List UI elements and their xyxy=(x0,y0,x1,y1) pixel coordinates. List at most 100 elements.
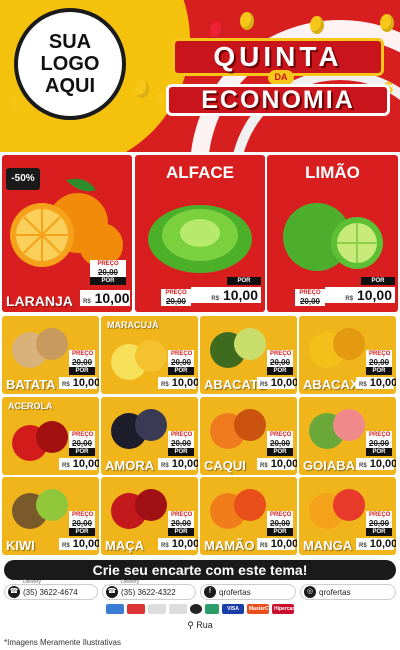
product-card[interactable]: MAÇA PREÇO 20,00 POR R$ 10,00 xyxy=(101,477,198,555)
price-tag: PREÇO 20,00 POR xyxy=(267,350,293,375)
product-card[interactable]: ABACATE PREÇO 20,00 POR R$ 10,00 xyxy=(200,316,297,394)
old-price: 20,00 xyxy=(295,297,325,306)
product-name: ACEROLA xyxy=(8,401,53,411)
balloon-icon xyxy=(310,16,324,34)
currency: R$ xyxy=(345,296,354,302)
fruit-image xyxy=(309,328,365,368)
fruit-image xyxy=(210,489,266,529)
phone-icon: ☎ xyxy=(106,586,118,598)
old-price: 20,00 xyxy=(69,519,95,528)
product-card[interactable]: BATATA PREÇO 20,00 POR R$ 10,00 xyxy=(2,316,99,394)
price-tag: PREÇO 20,00 POR xyxy=(366,431,392,456)
cash-icon xyxy=(205,604,219,614)
logo-line: SUA xyxy=(48,31,92,53)
price-value: R$ 10,00 xyxy=(257,538,297,550)
cta-banner[interactable]: Crie seu encarte com este tema! xyxy=(4,560,396,580)
product-card[interactable]: CAQUI PREÇO 20,00 POR R$ 10,00 xyxy=(200,397,297,475)
price-label: PREÇO xyxy=(366,431,392,439)
product-card[interactable]: MANGA PREÇO 20,00 POR R$ 10,00 xyxy=(299,477,396,555)
currency: R$ xyxy=(62,463,70,469)
product-card-alface[interactable]: ALFACE POR PREÇO 20,00 R$ 10,00 xyxy=(135,155,265,312)
price-tag: PREÇO 20,00 POR xyxy=(168,431,194,456)
price-tag: PREÇO 20,00 POR xyxy=(69,511,95,536)
contact-phone-1[interactable]: Delivery ☎ (35) 3622-4674 xyxy=(4,579,98,600)
product-card-limao[interactable]: LIMÃO POR PREÇO 20,00 R$ 10,00 xyxy=(267,155,398,312)
old-price: 20,00 xyxy=(366,519,392,528)
price-label: PREÇO xyxy=(69,350,95,358)
delivery-label: Delivery xyxy=(23,579,42,585)
currency: R$ xyxy=(83,299,91,305)
card-icon xyxy=(127,604,145,614)
por-label: POR xyxy=(69,448,95,456)
price-label: PREÇO xyxy=(168,511,194,519)
price-value: R$ 10,00 xyxy=(59,377,99,389)
price-tag: PREÇO 20,00 POR xyxy=(90,260,126,285)
price-value: R$ 10,00 xyxy=(356,458,396,470)
lime-image xyxy=(283,203,383,271)
product-name: CAQUI xyxy=(204,458,246,473)
product-card[interactable]: MAMÃO PREÇO 20,00 POR R$ 10,00 xyxy=(200,477,297,555)
contact-phone-2[interactable]: Delivery ☎ (35) 3622-4322 xyxy=(102,579,196,600)
balloon-icon xyxy=(380,14,394,32)
product-name: MAÇA xyxy=(105,538,144,553)
old-price: 20,00 xyxy=(267,358,293,367)
price-label: PREÇO xyxy=(267,350,293,358)
fruit-image xyxy=(210,409,266,449)
current-price: 10,00 xyxy=(270,377,297,389)
current-price: 10,00 xyxy=(369,458,396,470)
price-label: PREÇO xyxy=(168,350,194,358)
logo-line: AQUI xyxy=(45,75,95,97)
current-price: 10,00 xyxy=(270,538,297,550)
price-tag: PREÇO 20,00 POR xyxy=(267,431,293,456)
logo-placeholder[interactable]: SUA LOGO AQUI xyxy=(14,8,126,120)
product-name: BATATA xyxy=(6,377,56,392)
por-label: POR xyxy=(267,528,293,536)
address: ⚲ Rua xyxy=(0,620,400,631)
balloon-icon xyxy=(135,80,149,98)
product-card[interactable]: KIWI PREÇO 20,00 POR R$ 10,00 xyxy=(2,477,99,555)
price-value: R$ 10,00 xyxy=(59,458,99,470)
currency: R$ xyxy=(161,543,169,549)
por-label: POR xyxy=(361,277,395,285)
instagram-icon: ◎ xyxy=(304,586,316,598)
price-value: R$ 10,00 xyxy=(257,458,297,470)
price-label: PREÇO xyxy=(90,260,126,268)
instagram-link[interactable]: ◎ qrofertas xyxy=(300,584,396,600)
current-price: 10,00 xyxy=(369,538,396,550)
product-name: GOIABA xyxy=(303,458,355,473)
product-card[interactable]: AMORA PREÇO 20,00 POR R$ 10,00 xyxy=(101,397,198,475)
product-card[interactable]: ACEROLA PREÇO 20,00 POR R$ 10,00 xyxy=(2,397,99,475)
facebook-link[interactable]: f qrofertas xyxy=(200,584,296,600)
price-tag: PREÇO 20,00 POR xyxy=(168,350,194,375)
facebook-icon: f xyxy=(204,586,216,598)
price-value: R$ 10,00 xyxy=(158,377,198,389)
currency: R$ xyxy=(260,382,268,388)
price-label: PREÇO xyxy=(69,511,95,519)
currency: R$ xyxy=(161,463,169,469)
card-icon xyxy=(169,604,187,614)
product-name: ABACAXI xyxy=(303,377,363,392)
balloon-icon xyxy=(240,12,254,30)
currency: R$ xyxy=(62,382,70,388)
logo-line: LOGO xyxy=(40,53,100,75)
facebook-handle: qrofertas xyxy=(219,587,251,597)
product-name: LIMÃO xyxy=(305,163,360,182)
product-card[interactable]: GOIABA PREÇO 20,00 POR R$ 10,00 xyxy=(299,397,396,475)
por-label: POR xyxy=(366,528,392,536)
product-card[interactable]: ABACAXI PREÇO 20,00 POR R$ 10,00 xyxy=(299,316,396,394)
por-label: POR xyxy=(267,448,293,456)
price-value: R$ 10,00 xyxy=(257,377,297,389)
lettuce-image xyxy=(148,205,252,273)
price-label: PREÇO xyxy=(295,289,325,297)
price-tag: PREÇO 20,00 POR xyxy=(168,511,194,536)
product-name: ALFACE xyxy=(166,163,234,182)
current-price: 10,00 xyxy=(72,458,99,470)
product-card[interactable]: MARACUJÁ PREÇO 20,00 POR R$ 10,00 xyxy=(101,316,198,394)
current-price: 10,00 xyxy=(171,377,198,389)
old-price: 20,00 xyxy=(267,519,293,528)
price-value: R$ 10,00 xyxy=(356,538,396,550)
currency: R$ xyxy=(211,296,220,302)
instagram-handle: qrofertas xyxy=(319,587,351,597)
por-label: POR xyxy=(267,367,293,375)
old-price: 20,00 xyxy=(168,358,194,367)
